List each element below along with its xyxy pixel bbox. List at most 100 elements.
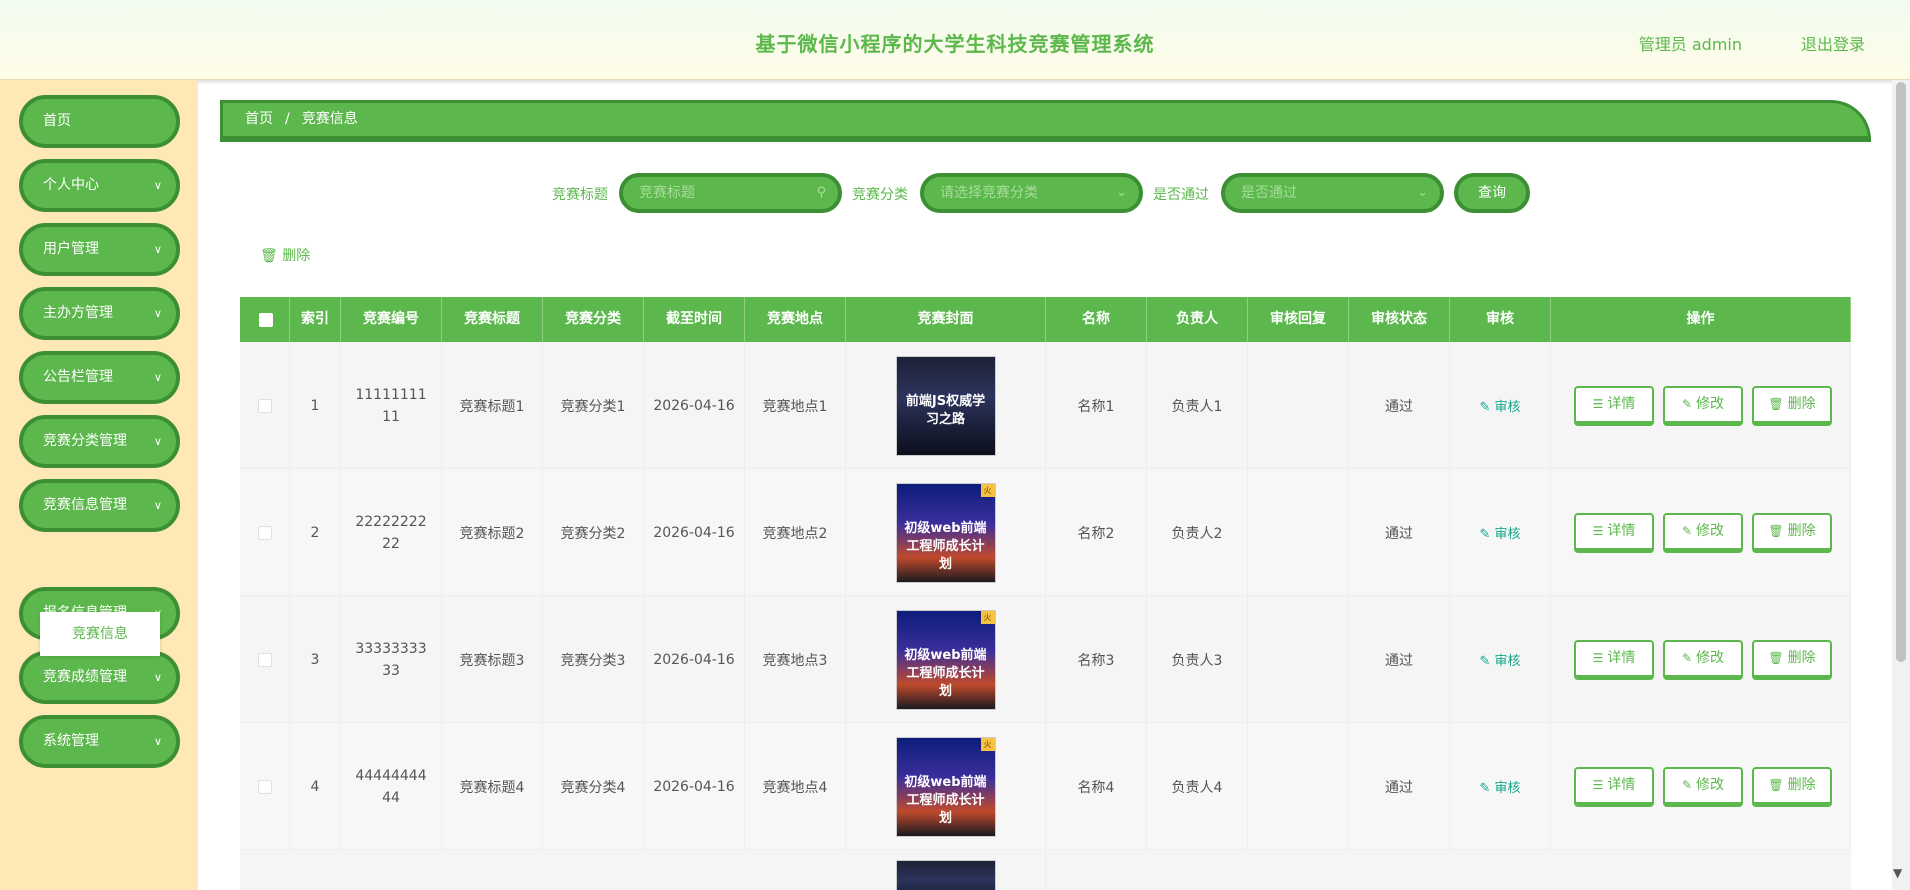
- cell-text-deadline: 2026-04-16: [653, 651, 735, 668]
- audit-link[interactable]: ✎ 审核: [1479, 777, 1520, 796]
- detail-button[interactable]: ☰ 详情: [1574, 386, 1654, 426]
- column-header: 竞赛分类: [543, 297, 644, 342]
- column-header: 审核: [1450, 297, 1551, 342]
- cell-reply: [1248, 342, 1349, 469]
- sidebar-item-1[interactable]: 首页: [19, 95, 180, 148]
- cell-owner: 负责人3: [1147, 596, 1248, 723]
- cell-title: 竞赛标题1: [442, 342, 543, 469]
- cell-index: 4: [290, 723, 341, 850]
- delete-button[interactable]: 🗑 删除: [1752, 386, 1832, 426]
- app-header: 基于微信小程序的大学生科技竞赛管理系统 管理员 admin 退出登录: [0, 0, 1910, 80]
- cell-code: 3333333333: [341, 596, 442, 723]
- edit-button[interactable]: ✎ 修改: [1663, 513, 1743, 553]
- cell-actions: ☰ 详情 ✎ 修改 🗑 删除: [1551, 342, 1851, 469]
- sidebar-item-10[interactable]: 系统管理 ∨: [19, 715, 180, 768]
- detail-button-label: 详情: [1607, 777, 1636, 793]
- document-icon: ☰: [1592, 524, 1604, 538]
- detail-button[interactable]: ☰ 详情: [1574, 767, 1654, 807]
- detail-button[interactable]: ☰ 详情: [1574, 640, 1654, 680]
- category-label: 竞赛分类: [852, 187, 908, 203]
- edit-button[interactable]: ✎ 修改: [1663, 640, 1743, 680]
- cell-text-status: 通过: [1385, 525, 1413, 542]
- competition-code: 1111111111: [355, 386, 427, 425]
- cell-text-location: 竞赛地点1: [762, 398, 828, 415]
- audit-link[interactable]: ✎ 审核: [1479, 396, 1520, 415]
- cover-image[interactable]: 初级web前端工程师成长计划 火: [895, 609, 996, 710]
- category-select[interactable]: 请选择竞赛分类 ⌄: [920, 173, 1143, 213]
- audit-link[interactable]: ✎ 审核: [1479, 523, 1520, 542]
- detail-button-label: 详情: [1607, 523, 1636, 539]
- cell-cover: [846, 850, 1046, 890]
- pencil-icon: ✎: [1479, 400, 1495, 415]
- cell-text-index: 4: [310, 778, 320, 795]
- passed-placeholder: 是否通过: [1241, 185, 1297, 201]
- sidebar-item-3[interactable]: 用户管理 ∨: [19, 223, 180, 276]
- sidebar-item-9[interactable]: 竞赛成绩管理 ∨: [19, 651, 180, 704]
- cell-text-status: 通过: [1385, 779, 1413, 796]
- select-all-checkbox[interactable]: [259, 313, 273, 327]
- document-icon: ☰: [1592, 778, 1604, 792]
- audit-link-label: 审核: [1494, 781, 1521, 796]
- row-checkbox[interactable]: [257, 525, 272, 540]
- query-button[interactable]: 查询: [1454, 173, 1530, 213]
- cover-image[interactable]: 初级web前端工程师成长计划 火: [895, 736, 996, 837]
- detail-button[interactable]: ☰ 详情: [1574, 513, 1654, 553]
- column-header: 竞赛标题: [442, 297, 543, 342]
- cell-cover: 初级web前端工程师成长计划 火: [846, 596, 1046, 723]
- cover-image[interactable]: 初级web前端工程师成长计划 火: [895, 482, 996, 583]
- cell-deadline: 2026-04-16: [644, 596, 745, 723]
- edit-button[interactable]: ✎ 修改: [1663, 767, 1743, 807]
- document-icon: ☰: [1592, 397, 1604, 411]
- chevron-down-icon: ⌄: [1417, 185, 1428, 200]
- competition-code: 3333333333: [355, 640, 427, 679]
- row-checkbox[interactable]: [257, 779, 272, 794]
- logout-link[interactable]: 退出登录: [1801, 31, 1865, 55]
- cell-text-deadline: 2026-04-16: [653, 778, 735, 795]
- breadcrumb-home[interactable]: 首页: [245, 111, 273, 127]
- row-select-cell: [240, 723, 290, 850]
- cell-location: 竞赛地点1: [745, 342, 846, 469]
- search-icon: ⚲: [816, 185, 826, 200]
- batch-delete-button[interactable]: 🗑 删除: [260, 245, 310, 265]
- sidebar-item-4[interactable]: 主办方管理 ∨: [19, 287, 180, 340]
- sidebar-item-2[interactable]: 个人中心 ∨: [19, 159, 180, 212]
- row-checkbox[interactable]: [257, 398, 272, 413]
- app-title: 基于微信小程序的大学生科技竞赛管理系统: [755, 32, 1155, 56]
- detail-button-label: 详情: [1607, 396, 1636, 412]
- column-header: 截至时间: [644, 297, 745, 342]
- sidebar: 首页个人中心∨用户管理∨主办方管理∨公告栏管理∨竞赛分类管理∨竞赛信息管理∨报名…: [0, 80, 198, 890]
- row-checkbox[interactable]: [257, 652, 272, 667]
- sidebar-item-label: 用户管理: [43, 241, 99, 257]
- cover-image[interactable]: 前端JS权威学习之路: [895, 355, 996, 456]
- cell-audit: ✎ 审核: [1450, 723, 1551, 850]
- cover-image[interactable]: [895, 860, 996, 890]
- passed-select[interactable]: 是否通过 ⌄: [1221, 173, 1444, 213]
- pencil-icon: ✎: [1479, 527, 1495, 542]
- title-search-input[interactable]: 竞赛标题 ⚲: [619, 173, 842, 213]
- sidebar-item-6[interactable]: 竞赛分类管理 ∨: [19, 415, 180, 468]
- sidebar-item-5[interactable]: 公告栏管理 ∨: [19, 351, 180, 404]
- sidebar-item-label: 竞赛信息管理: [43, 497, 127, 513]
- scroll-down-arrow-icon[interactable]: ▼: [1893, 866, 1902, 880]
- cell-text-name: 名称4: [1077, 779, 1115, 796]
- cell-text-index: 1: [310, 397, 320, 414]
- delete-button[interactable]: 🗑 删除: [1752, 767, 1832, 807]
- edit-button-label: 修改: [1696, 523, 1725, 539]
- sidebar-item-7[interactable]: 竞赛信息管理 ∨: [19, 479, 180, 532]
- page-scrollbar-thumb[interactable]: [1896, 82, 1906, 662]
- delete-button[interactable]: 🗑 删除: [1752, 640, 1832, 680]
- cell-owner: 负责人2: [1147, 469, 1248, 596]
- cell-actions: ☰ 详情 ✎ 修改 🗑 删除: [1551, 469, 1851, 596]
- column-header: 操作: [1551, 297, 1851, 342]
- pencil-icon: ✎: [1681, 524, 1693, 538]
- delete-button[interactable]: 🗑 删除: [1752, 513, 1832, 553]
- audit-link[interactable]: ✎ 审核: [1479, 650, 1520, 669]
- delete-button-label: 删除: [1787, 523, 1816, 539]
- cell-code: 1111111111: [341, 342, 442, 469]
- chevron-down-icon: ∨: [153, 435, 162, 448]
- cover-title: 初级web前端工程师成长计划: [904, 774, 987, 826]
- cover-title: 初级web前端工程师成长计划: [904, 520, 987, 572]
- cell-text-deadline: 2026-04-16: [653, 524, 735, 541]
- submenu-item-competition-info[interactable]: 竞赛信息: [40, 612, 160, 656]
- edit-button[interactable]: ✎ 修改: [1663, 386, 1743, 426]
